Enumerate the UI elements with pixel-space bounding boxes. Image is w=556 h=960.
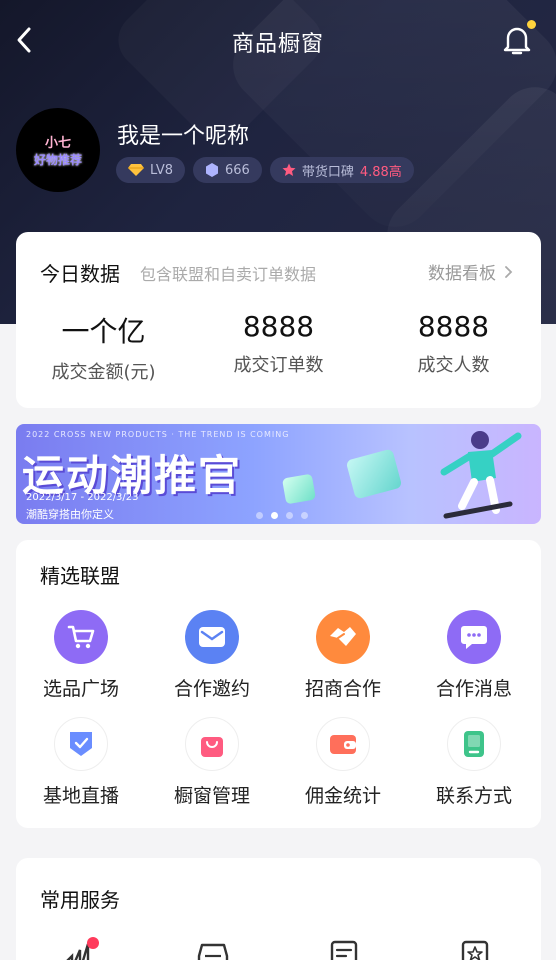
grid-item-showcase-manage[interactable]: 橱窗管理 [147,717,277,808]
avatar[interactable]: 小七 好物推荐 [16,108,100,192]
grid-item-label: 选品广场 [42,678,119,700]
grid-item-label: 联系方式 [435,785,512,807]
grid-item-label: 合作消息 [435,678,512,700]
page-title: 商品橱窗 [231,32,324,57]
cart-icon [54,610,108,664]
stat-value: 8888 [242,310,315,343]
section-title: 常用服务 [40,888,120,912]
skateboarder-illustration [440,431,522,519]
mail-icon [185,610,239,664]
stat-value: 8888 [417,310,490,343]
stat-label: 成交金额(元) [51,362,156,383]
notification-button[interactable] [502,20,536,58]
reputation-badge[interactable]: 带货口碑 4.88高 [269,157,414,183]
fans-badge[interactable]: 666 [192,157,262,183]
stat-label: 成交订单数 [233,355,324,376]
level-badge[interactable]: LV8 [116,157,185,183]
today-data-card: 今日数据 包含联盟和自卖订单数据 数据看板 一个亿 成交金额(元) 8888 成… [16,232,541,408]
carousel-indicator [256,512,308,519]
bell-icon [503,27,531,55]
handshake-icon [316,610,370,664]
wallet-icon [316,717,370,771]
carousel-dot[interactable] [286,512,293,519]
section-title: 精选联盟 [40,564,120,588]
reputation-value: 4.88高 [359,164,402,180]
grid-item-messages[interactable]: 合作消息 [409,610,539,701]
section-subtitle: 包含联盟和自卖订单数据 [140,265,317,284]
stat-value: 一个亿 [61,315,146,348]
grid-item-contact[interactable]: 联系方式 [409,717,539,808]
diamond-icon [128,164,144,176]
grid-item-commission-stats[interactable]: 佣金统计 [278,717,408,808]
profile-tags: LV8 666 带货口碑 4.88高 [116,157,414,183]
avatar-text: 小七 [44,136,71,151]
stat-orders[interactable]: 8888 成交订单数 [191,310,366,377]
reputation-label: 带货口碑 [301,164,354,180]
star-badge-icon[interactable] [455,936,495,960]
star-icon [282,163,296,176]
fans-count: 666 [224,162,250,178]
level-text: LV8 [150,162,173,178]
carousel-dot-active[interactable] [271,512,278,519]
avatar-text: 好物推荐 [33,153,82,167]
phone-icon [447,717,501,771]
banner-dates: 2022/3/17 - 2022/3/23 [26,492,139,503]
grid-item-label: 合作邀约 [173,678,250,700]
grid-item-base-live[interactable]: 基地直播 [16,717,146,808]
decor-cube [281,473,317,505]
nickname: 我是一个呢称 [117,124,250,149]
stat-buyers[interactable]: 8888 成交人数 [366,310,541,377]
grid-item-merchant-cooperation[interactable]: 招商合作 [278,610,408,701]
carousel-dot[interactable] [301,512,308,519]
data-dashboard-link[interactable]: 数据看板 [428,259,513,284]
hexagon-icon [205,163,218,177]
chart-icon[interactable] [62,936,102,960]
message-icon [447,610,501,664]
document-edit-icon[interactable] [324,936,364,960]
services-card: 常用服务 [16,858,541,960]
stat-label: 成交人数 [417,355,490,376]
notification-dot [527,20,536,29]
grid-item-product-square[interactable]: 选品广场 [16,610,146,701]
banner-topline: 2022 CROSS NEW PRODUCTS · THE TREND IS C… [26,430,290,439]
grid-item-invitation[interactable]: 合作邀约 [147,610,277,701]
chevron-right-icon [505,265,513,278]
grid-item-label: 佣金统计 [304,785,381,807]
bag-icon [185,717,239,771]
grid-item-label: 橱窗管理 [173,785,250,807]
banner-slogan: 潮酷穿搭由你定义 [26,508,114,521]
shield-check-icon [54,717,108,771]
section-title: 今日数据 [40,262,120,286]
stat-amount[interactable]: 一个亿 成交金额(元) [16,310,191,384]
link-label: 数据看板 [428,264,496,284]
carousel-dot[interactable] [256,512,263,519]
grid-item-label: 基地直播 [42,785,119,807]
alliance-card: 精选联盟 选品广场 合作邀约 招商合作 合作消息 基地直播 橱窗管理 佣金统计 … [16,540,541,828]
grid-item-label: 招商合作 [304,678,381,700]
car-icon[interactable] [193,936,233,960]
decor-cube [345,448,403,500]
promo-banner[interactable]: 2022 CROSS NEW PRODUCTS · THE TREND IS C… [16,424,541,524]
